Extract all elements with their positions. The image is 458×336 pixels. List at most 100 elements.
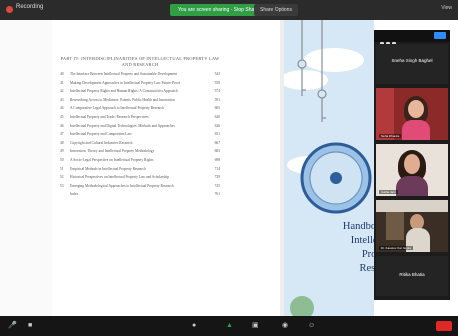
- panel-toolbar: [374, 30, 450, 46]
- book-title-line: Intellectual: [350, 235, 374, 246]
- share-screen-icon[interactable]: ▲: [226, 322, 233, 330]
- toc-entry-title: Emerging Methodological Approaches to In…: [70, 183, 174, 188]
- toc-entry-number: 44: [60, 106, 64, 111]
- meeting-topbar: Recording You are screen sharing · Stop …: [0, 0, 458, 20]
- participant-clothes: [396, 176, 428, 196]
- toc-entry-page: 558: [214, 80, 220, 85]
- toc-index-label: Index: [70, 192, 79, 197]
- toc-entry-page: 729: [214, 175, 220, 180]
- page-gutter: [0, 20, 52, 316]
- toc-index-entry: Index 761: [60, 192, 220, 197]
- share-options-button[interactable]: Share Options: [254, 4, 298, 16]
- toc-entry-number: 48: [60, 140, 64, 145]
- record-indicator-icon: [6, 6, 13, 13]
- toc-entry: 50 A Socio-Legal Perspective on Intellect…: [60, 158, 220, 163]
- background-wall: [376, 200, 448, 212]
- self-tile[interactable]: Ritika Bhatia: [376, 256, 448, 296]
- toc-entry-number: 49: [60, 149, 64, 154]
- chat-icon[interactable]: ▣: [252, 322, 259, 330]
- toc-entry: 44 A Comparative Legal Approach to Intell…: [60, 106, 220, 111]
- toc-entry-number: 43: [60, 97, 64, 102]
- toc-entry-title: Intellectual Property Rights and Human R…: [70, 89, 178, 94]
- end-meeting-button[interactable]: [436, 321, 452, 331]
- toc-entry-title: Empirical Methods in Intellectual Proper…: [70, 166, 146, 171]
- toc-entry-number: 46: [60, 123, 64, 128]
- toc-entry-number: 41: [60, 80, 64, 85]
- toc-entry-title: A Socio-Legal Perspective on Intellectua…: [70, 157, 154, 162]
- toc-entry-page: 620: [214, 114, 220, 119]
- record-icon[interactable]: ◉: [282, 322, 288, 330]
- toc-entry-page: 591: [214, 97, 220, 102]
- toc-entry: 43 Researching Access to Medicines: Paten…: [60, 98, 220, 103]
- participant-name: Dr. Kaustuv Kar Gupta: [379, 246, 414, 250]
- view-button[interactable]: View: [441, 5, 452, 11]
- toc-entry-number: 51: [60, 166, 64, 171]
- participants-panel: Sneha Singh Baghel Neha Dhanka Gatha Jai…: [374, 30, 450, 300]
- microphone-icon[interactable]: 🎤: [8, 322, 17, 330]
- participants-icon[interactable]: ●: [192, 322, 196, 330]
- toc-entry: 46 Intellectual Property and Digital Tech…: [60, 124, 220, 129]
- toc-entry-page: 683: [214, 149, 220, 154]
- toc-entry-page: 605: [214, 106, 220, 111]
- toc-entry-number: 50: [60, 157, 64, 162]
- self-name: Ritika Bhatia: [399, 272, 425, 277]
- toc-entry: 42 Intellectual Property Rights and Human…: [60, 89, 220, 94]
- panel-view-toggle-button[interactable]: [434, 32, 446, 39]
- toc-index-page: 761: [214, 192, 220, 197]
- book-title-line: Handbook of: [342, 221, 374, 232]
- speaker-tile[interactable]: Sneha Singh Baghel: [376, 44, 448, 84]
- toc-entry-page: 574: [214, 89, 220, 94]
- participant-face: [408, 100, 424, 118]
- toc-entry-number: 45: [60, 114, 64, 119]
- participant-name: Gatha Jain: [379, 190, 398, 194]
- camera-icon[interactable]: ■: [28, 322, 32, 330]
- toc-entry-title: Intellectual Property and Digital Techno…: [70, 123, 175, 128]
- toc-entry: 53 Emerging Methodological Approaches to …: [60, 184, 220, 189]
- participant-name: Neha Dhanka: [379, 134, 402, 138]
- participant-face: [404, 154, 420, 174]
- toc-entry-title: The Interface Between Intellectual Prope…: [70, 72, 177, 76]
- toc-entry-page: 745: [214, 183, 220, 188]
- toc-entry: 49 Innovation, Theory and Intellectual Pr…: [60, 149, 220, 154]
- book-title-line: Property: [361, 249, 374, 260]
- toc-entry-title: A Comparative Legal Approach to Intellec…: [70, 106, 164, 111]
- toc-entry: 40 The Interface Between Intellectual Pro…: [60, 72, 220, 77]
- meeting-label: Recording: [16, 4, 44, 10]
- meeting-toolbar: 🎤 ■ ● ▲ ▣ ◉ ☺: [0, 316, 458, 336]
- share-status-banner[interactable]: You are screen sharing · Stop Share: [170, 4, 267, 16]
- toc-entry-title: Innovation, Theory and Intellectual Prop…: [70, 149, 155, 154]
- toc-entry-page: 667: [214, 140, 220, 145]
- participant-video-tile[interactable]: Gatha Jain: [376, 144, 448, 196]
- toc-entry-page: 714: [214, 166, 220, 171]
- toc-entry-page: 651: [214, 132, 220, 137]
- toc-entry: 47 Intellectual Property and Competition …: [60, 132, 220, 137]
- toc-entry-title: Intellectual Property and Trade: Researc…: [70, 114, 149, 119]
- toc-entry-title: Researching Access to Medicines: Patents…: [70, 97, 175, 102]
- bookshelf: [386, 212, 404, 240]
- book-title-line: Research: [359, 263, 374, 274]
- toc-entry-title: Copyright and Cultural Industries Resear…: [70, 140, 133, 145]
- toc-entry: 52 Historical Perspectives on Intellectua…: [60, 175, 220, 180]
- reactions-icon[interactable]: ☺: [308, 322, 315, 330]
- toc-entry: 45 Intellectual Property and Trade: Resea…: [60, 115, 220, 120]
- participant-video-tile[interactable]: Neha Dhanka: [376, 88, 448, 140]
- speaker-name: Sneha Singh Baghel: [391, 58, 433, 63]
- toc-entry-title: Historical Perspectives on Intellectual …: [70, 175, 170, 180]
- participant-video-tile[interactable]: Dr. Kaustuv Kar Gupta: [376, 200, 448, 252]
- toc-entry: 48 Copyright and Cultural Industries Rese…: [60, 141, 220, 146]
- toc-entry-title: Making Development Approaches to Intelle…: [70, 80, 181, 85]
- toc-entry-page: 698: [214, 157, 220, 162]
- toc-entry-number: 40: [60, 72, 64, 76]
- toc-entry-number: 47: [60, 132, 64, 137]
- toc-entry-page: 543: [214, 72, 220, 76]
- toc-entry-title: Intellectual Property and Competition La…: [70, 132, 132, 137]
- book-title: Handbook of Intellectual Property Resear…: [308, 220, 374, 276]
- toc-entry-number: 42: [60, 89, 64, 94]
- toc-entry-page: 636: [214, 123, 220, 128]
- toc-heading: PART IV: INTERDISCIPLINARITIES OF INTELL…: [60, 56, 220, 67]
- table-of-contents: PART IV: INTERDISCIPLINARITIES OF INTELL…: [60, 42, 220, 332]
- gallery-view-icon[interactable]: [380, 33, 400, 46]
- toc-entry: 51 Empirical Methods in Intellectual Prop…: [60, 167, 220, 172]
- toc-entry-number: 52: [60, 175, 64, 180]
- participant-clothes: [402, 120, 430, 140]
